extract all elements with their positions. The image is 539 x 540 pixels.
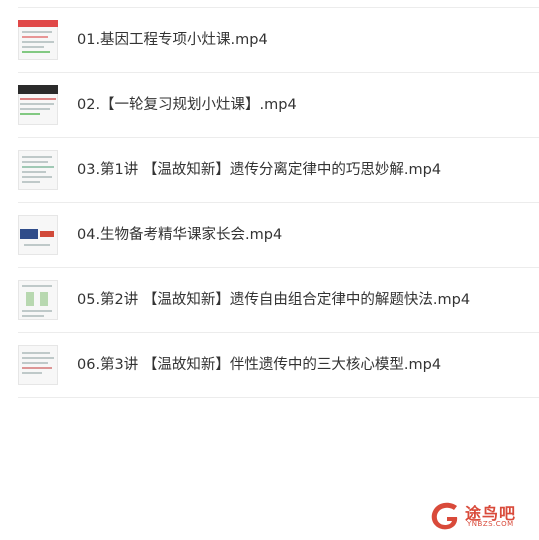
file-name[interactable]: 04.生物备考精华课家长会.mp4 [77, 203, 282, 267]
file-name[interactable]: 06.第3讲 【温故知新】伴性遗传中的三大核心模型.mp4 [77, 333, 441, 397]
video-thumbnail [18, 150, 58, 190]
file-row-6[interactable]: 06.第3讲 【温故知新】伴性遗传中的三大核心模型.mp4 [18, 333, 539, 398]
video-thumbnail [18, 85, 58, 125]
watermark-subtext: YNBZS.COM [467, 520, 514, 528]
video-thumbnail [18, 345, 58, 385]
video-thumbnail [18, 215, 58, 255]
file-name[interactable]: 03.第1讲 【温故知新】遗传分离定律中的巧思妙解.mp4 [77, 138, 441, 202]
video-thumbnail [18, 20, 58, 60]
file-row-3[interactable]: 03.第1讲 【温故知新】遗传分离定律中的巧思妙解.mp4 [18, 138, 539, 203]
file-row-2[interactable]: 02.【一轮复习规划小灶课】.mp4 [18, 73, 539, 138]
file-row-1[interactable]: 01.基因工程专项小灶课.mp4 [18, 8, 539, 73]
file-row-4[interactable]: 04.生物备考精华课家长会.mp4 [18, 203, 539, 268]
file-list: 01.基因工程专项小灶课.mp4 02.【一轮复习规划小灶课】.mp4 03.第… [0, 8, 539, 398]
watermark: 途鸟吧 YNBZS.COM [427, 498, 527, 534]
file-name[interactable]: 02.【一轮复习规划小灶课】.mp4 [77, 73, 297, 137]
video-thumbnail [18, 280, 58, 320]
file-name[interactable]: 01.基因工程专项小灶课.mp4 [77, 8, 268, 72]
bird-logo-icon [431, 502, 458, 530]
file-name[interactable]: 05.第2讲 【温故知新】遗传自由组合定律中的解题快法.mp4 [77, 268, 470, 332]
file-row-5[interactable]: 05.第2讲 【温故知新】遗传自由组合定律中的解题快法.mp4 [18, 268, 539, 333]
